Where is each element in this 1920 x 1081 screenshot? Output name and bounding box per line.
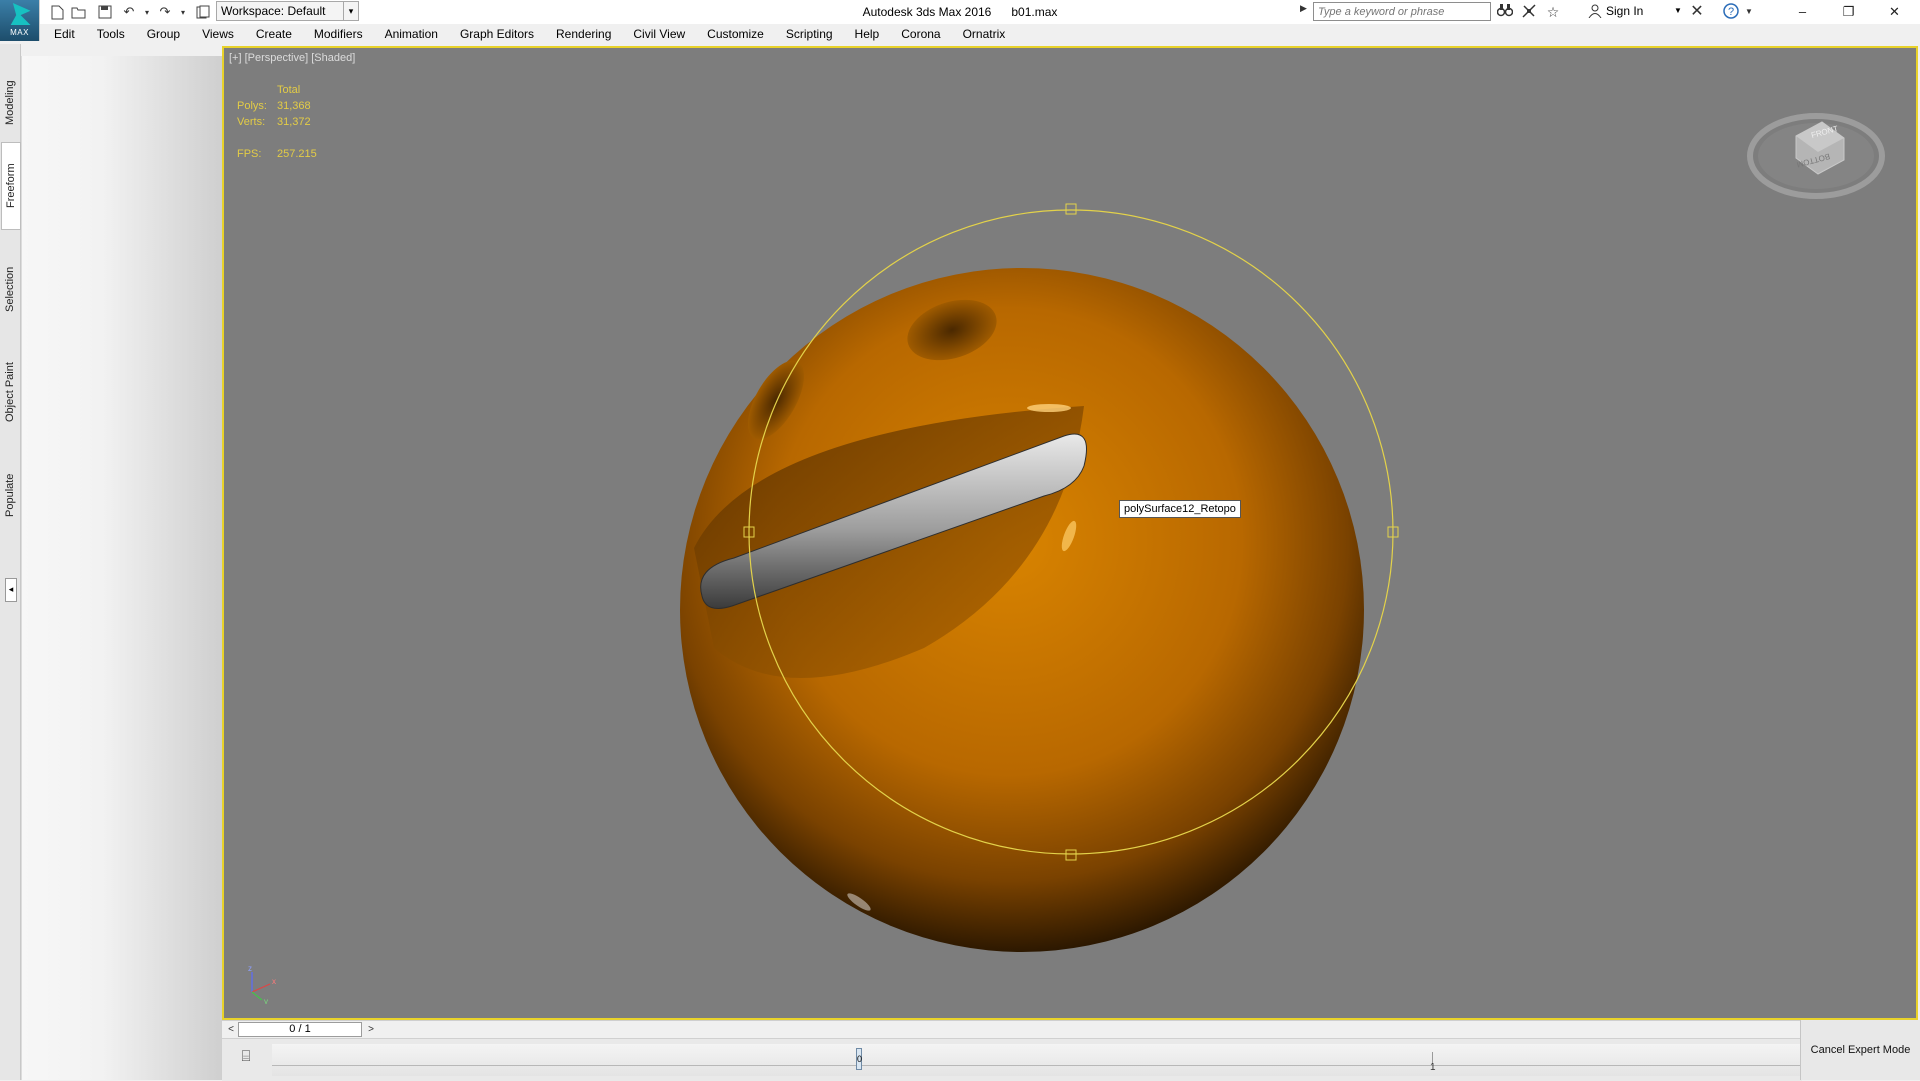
menu-ornatrix[interactable]: Ornatrix — [952, 24, 1017, 44]
time-slider[interactable]: < 0 / 1 > — [222, 1020, 1802, 1039]
polys-value: 31,368 — [277, 100, 311, 112]
application-menu-button[interactable]: MAX — [0, 0, 40, 41]
fps-value: 257.215 — [277, 148, 317, 160]
workspace-label: Workspace: Default — [221, 4, 326, 18]
time-slider-prev-button[interactable]: < — [224, 1023, 238, 1037]
menu-group[interactable]: Group — [136, 24, 191, 44]
minimize-button[interactable]: – — [1780, 0, 1825, 24]
tab-populate[interactable]: Populate — [1, 452, 19, 538]
user-icon — [1588, 4, 1602, 18]
axis-y-label: y — [264, 997, 268, 1004]
redo-icon[interactable]: ↷ — [156, 3, 174, 21]
help-dropdown-icon[interactable]: ▼ — [1740, 3, 1758, 21]
new-file-icon[interactable] — [48, 3, 66, 21]
time-slider-thumb[interactable]: 0 / 1 — [238, 1022, 362, 1037]
tab-object-paint[interactable]: Object Paint — [1, 338, 19, 446]
infocenter-expand-icon[interactable]: ▶ — [1300, 3, 1307, 14]
current-frame-marker[interactable]: 0 — [856, 1048, 862, 1070]
menu-corona[interactable]: Corona — [890, 24, 951, 44]
menu-scripting[interactable]: Scripting — [775, 24, 844, 44]
restore-button[interactable]: ❐ — [1826, 0, 1871, 24]
menu-views[interactable]: Views — [191, 24, 245, 44]
communication-center-icon[interactable] — [1520, 3, 1538, 21]
mini-curve-editor-icon[interactable]: ⌸ — [236, 1047, 256, 1067]
exchange-apps-icon[interactable]: ✕ — [1688, 3, 1706, 21]
app-title: Autodesk 3ds Max 2016 — [862, 5, 992, 19]
track-lane[interactable]: 0 1 — [272, 1044, 1802, 1076]
viewport-scene — [680, 203, 1399, 952]
selected-object-tooltip: polySurface12_Retopo — [1119, 500, 1241, 518]
menu-animation[interactable]: Animation — [374, 24, 449, 44]
frame-tick-label: 1 — [1430, 1062, 1436, 1073]
specular-highlight — [1027, 404, 1071, 412]
axis-x-label: x — [272, 977, 276, 986]
sign-in-label: Sign In — [1606, 4, 1644, 18]
ribbon-tab-strip: Modeling Freeform Selection Object Paint… — [0, 44, 21, 1080]
file-name: b01.max — [1011, 5, 1058, 19]
menu-customize[interactable]: Customize — [696, 24, 775, 44]
menu-tools[interactable]: Tools — [86, 24, 136, 44]
menu-edit[interactable]: Edit — [40, 24, 86, 44]
undo-icon[interactable]: ↶ — [120, 3, 138, 21]
search-input[interactable] — [1313, 2, 1491, 21]
max-logo-icon — [10, 3, 31, 25]
menu-modifiers[interactable]: Modifiers — [303, 24, 374, 44]
project-folder-icon[interactable] — [194, 3, 212, 21]
save-icon[interactable] — [96, 3, 114, 21]
menu-bar: Edit Tools Group Views Create Modifiers … — [40, 24, 1920, 44]
title-bar: MAX ↶ ▾ ↷ ▾ Workspace: Default ▼ ▾ Autod… — [0, 0, 1920, 41]
close-button[interactable]: ✕ — [1872, 0, 1917, 24]
app-logo-label: MAX — [10, 28, 29, 37]
svg-text:?: ? — [1728, 6, 1734, 18]
tab-freeform[interactable]: Freeform — [1, 142, 21, 230]
fps-label: FPS: — [237, 148, 262, 160]
axis-z-label: z — [248, 964, 252, 973]
cancel-expert-mode-button[interactable]: Cancel Expert Mode — [1800, 1020, 1920, 1080]
stats-header: Total — [277, 84, 301, 96]
gizmo-handle-top[interactable] — [1065, 203, 1077, 215]
quick-access-customize-button[interactable]: ▾ — [343, 1, 359, 21]
sign-in-dropdown-icon[interactable]: ▼ — [1674, 6, 1682, 15]
viewport-statistics: Total Polys: 31,368 Verts: 31,372 FPS: 257.… — [237, 82, 317, 162]
menu-create[interactable]: Create — [245, 24, 303, 44]
menu-civil-view[interactable]: Civil View — [622, 24, 696, 44]
cancel-expert-mode-label: Cancel Expert Mode — [1810, 1044, 1911, 1056]
menu-help[interactable]: Help — [844, 24, 891, 44]
help-icon[interactable]: ? — [1722, 3, 1740, 21]
workspace-dropdown[interactable]: Workspace: Default ▼ — [216, 1, 359, 21]
menu-rendering[interactable]: Rendering — [545, 24, 622, 44]
polys-label: Polys: — [237, 100, 267, 112]
viewport-label[interactable]: [+] [Perspective] [Shaded] — [229, 52, 355, 64]
redo-dropdown-icon[interactable]: ▾ — [174, 3, 192, 21]
menu-graph-editors[interactable]: Graph Editors — [449, 24, 545, 44]
viewcube-icon[interactable]: FRONT BOTTOM — [1744, 98, 1894, 208]
sign-in-button[interactable]: Sign In — [1588, 4, 1643, 18]
perspective-viewport[interactable]: [+] [Perspective] [Shaded] Total Polys: 3… — [222, 46, 1918, 1020]
axis-tripod-icon: z x y — [248, 964, 276, 1004]
open-file-icon[interactable] — [70, 3, 88, 21]
time-slider-next-button[interactable]: > — [364, 1023, 378, 1037]
undo-dropdown-icon[interactable]: ▾ — [138, 3, 156, 21]
track-bar: ⌸ 0 1 — [222, 1038, 1802, 1081]
ribbon-collapse-button[interactable]: ◂ — [5, 578, 17, 602]
verts-label: Verts: — [237, 116, 266, 128]
favorites-star-icon[interactable]: ☆ — [1544, 3, 1562, 21]
verts-value: 31,372 — [277, 116, 311, 128]
binoculars-icon[interactable] — [1496, 3, 1514, 21]
tab-selection[interactable]: Selection — [1, 244, 19, 334]
ribbon-panel — [21, 56, 222, 1080]
tab-modeling[interactable]: Modeling — [1, 60, 19, 146]
